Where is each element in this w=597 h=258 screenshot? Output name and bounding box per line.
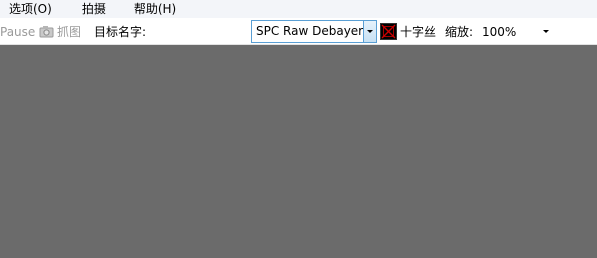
- capture-button-label: 抓图: [57, 25, 82, 39]
- capture-button[interactable]: 抓图: [39, 18, 81, 45]
- source-select[interactable]: SPC Raw Debayer: [251, 20, 377, 43]
- chevron-down-icon: [367, 30, 373, 33]
- menu-help[interactable]: 帮助(H): [126, 0, 184, 18]
- chevron-down-icon: [543, 30, 549, 33]
- pause-button-label: Pause: [0, 24, 36, 39]
- zoom-label-text: 缩放:: [445, 25, 474, 39]
- crosshair-toggle[interactable]: 十字丝: [380, 18, 436, 45]
- target-name-input[interactable]: [148, 21, 250, 42]
- pause-button[interactable]: Pause: [0, 18, 35, 45]
- toolbar: Pause 抓图 目标名字: SPC Raw Debayer 十字丝 缩放: 1…: [0, 18, 597, 45]
- source-select-dropdown-button[interactable]: [363, 21, 376, 42]
- zoom-select[interactable]: 100%: [478, 21, 553, 42]
- app-window: 选项(O) 拍摄 帮助(H) Pause 抓图 目标名字: SPC Raw De…: [0, 0, 597, 258]
- target-name-label: 目标名字:: [94, 18, 146, 45]
- zoom-label: 缩放:: [445, 18, 473, 45]
- crosshair-icon: [380, 23, 397, 40]
- zoom-dropdown-button[interactable]: [539, 30, 553, 33]
- target-name-label-text: 目标名字:: [94, 25, 147, 39]
- image-viewer[interactable]: [0, 45, 597, 258]
- crosshair-label: 十字丝: [400, 25, 437, 39]
- zoom-select-value: 100%: [482, 24, 517, 39]
- camera-icon: [39, 25, 54, 39]
- menu-options[interactable]: 选项(O): [0, 0, 60, 18]
- menu-capture[interactable]: 拍摄: [74, 0, 114, 18]
- source-select-value: SPC Raw Debayer: [256, 24, 363, 38]
- menu-bar: 选项(O) 拍摄 帮助(H): [0, 0, 597, 18]
